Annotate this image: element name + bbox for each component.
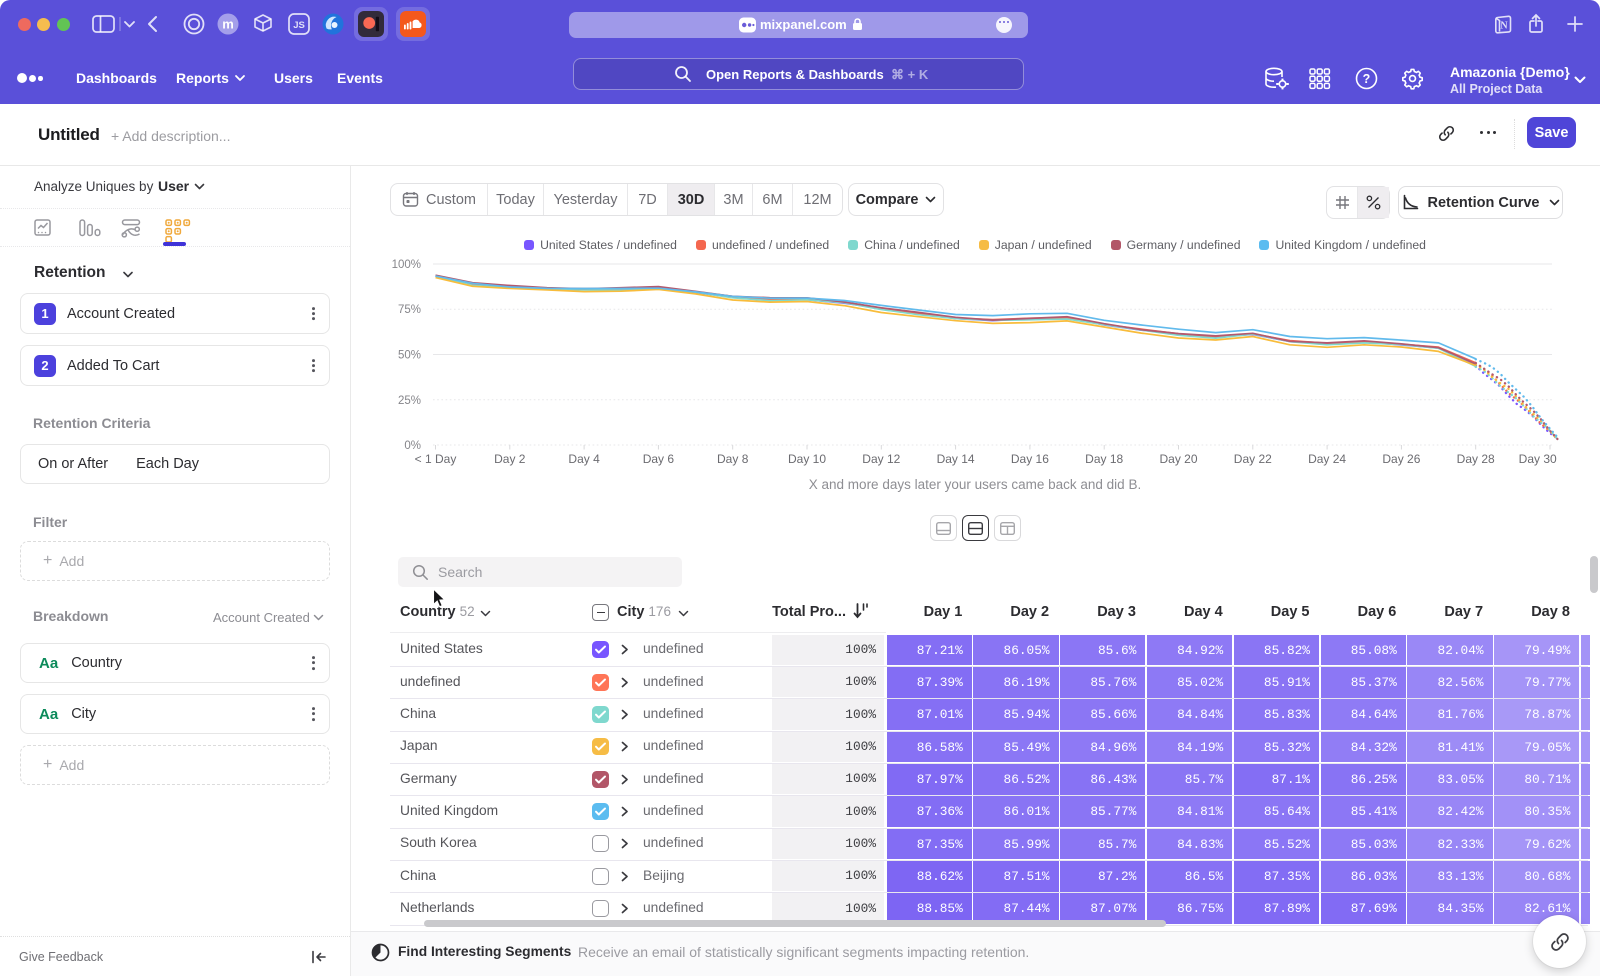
svg-text:75%: 75%: [398, 304, 421, 316]
svg-text:JS: JS: [293, 20, 305, 31]
svg-text:Day 18: Day 18: [1085, 452, 1123, 466]
svg-text:Day 30: Day 30: [1519, 452, 1557, 466]
svg-text:Day 6: Day 6: [643, 452, 675, 466]
svg-text:Day 10: Day 10: [788, 452, 826, 466]
svg-text:Day 24: Day 24: [1308, 452, 1346, 466]
svg-text:Day 4: Day 4: [568, 452, 600, 466]
svg-text:Day 26: Day 26: [1382, 452, 1420, 466]
svg-text:Day 28: Day 28: [1457, 452, 1495, 466]
svg-text:0%: 0%: [404, 440, 421, 452]
svg-text:N: N: [1500, 21, 1508, 32]
svg-text:Day 2: Day 2: [494, 452, 526, 466]
svg-text:100%: 100%: [392, 259, 421, 271]
svg-text:Day 22: Day 22: [1234, 452, 1272, 466]
svg-text:Day 14: Day 14: [937, 452, 975, 466]
svg-text:m: m: [222, 17, 234, 32]
svg-text:Day 8: Day 8: [717, 452, 749, 466]
svg-text:Day 12: Day 12: [862, 452, 900, 466]
svg-text:50%: 50%: [398, 350, 421, 362]
svg-text:< 1 Day: < 1 Day: [415, 452, 457, 466]
svg-text:?: ?: [1363, 72, 1371, 86]
svg-text:Day 16: Day 16: [1011, 452, 1049, 466]
svg-text:Day 20: Day 20: [1159, 452, 1197, 466]
svg-text:25%: 25%: [398, 395, 421, 407]
